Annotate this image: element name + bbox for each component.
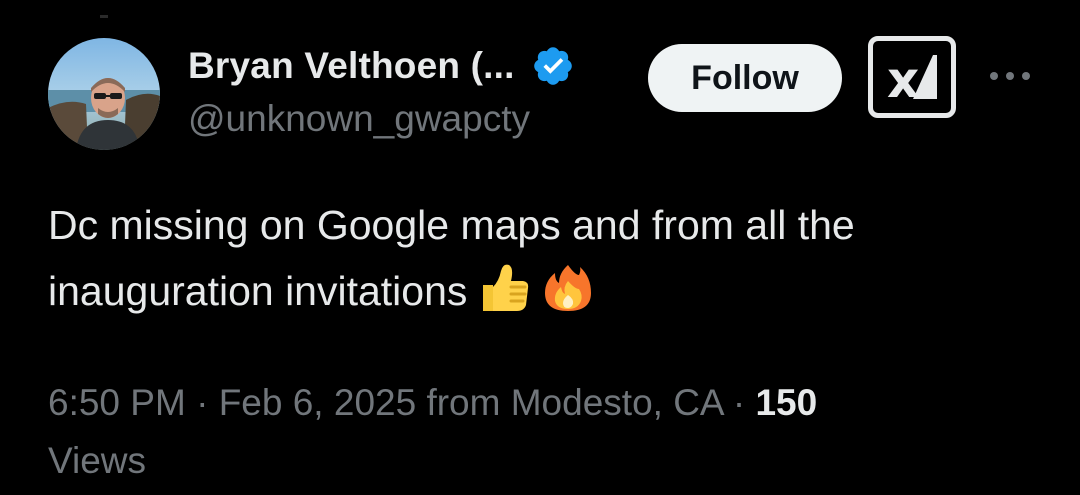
- tweet-time[interactable]: 6:50 PM: [48, 382, 186, 423]
- separator: ·: [722, 382, 756, 423]
- thumbs-up-emoji-icon: [477, 261, 531, 334]
- more-options-icon[interactable]: [990, 64, 1030, 88]
- more-dot: [990, 72, 998, 80]
- tweet-text-line-1: Dc missing on Google maps and from all t…: [48, 202, 855, 248]
- tweet-header: Bryan Velthoen (... @unknown_gwapcty Fol…: [48, 36, 1048, 156]
- author-handle[interactable]: @unknown_gwapcty: [188, 98, 530, 140]
- author-display-name[interactable]: Bryan Velthoen (...: [188, 45, 515, 87]
- svg-text:x: x: [887, 51, 919, 103]
- separator: ·: [185, 382, 219, 423]
- fire-emoji-icon: [541, 261, 595, 334]
- verified-badge-icon: [531, 44, 575, 88]
- views-count: 150: [755, 382, 818, 423]
- more-dot: [1006, 72, 1014, 80]
- tweet-text: Dc missing on Google maps and from all t…: [48, 192, 1038, 334]
- avatar[interactable]: [48, 38, 160, 150]
- status-mark: [100, 15, 108, 18]
- tweet-text-line-2: inauguration invitations: [48, 258, 1038, 334]
- tweet-location: from Modesto, CA: [426, 382, 723, 423]
- more-dot: [1022, 72, 1030, 80]
- grok-icon[interactable]: x: [868, 36, 956, 118]
- tweet-date[interactable]: Feb 6, 2025: [219, 382, 416, 423]
- author-name-row[interactable]: Bryan Velthoen (...: [188, 44, 575, 88]
- follow-button[interactable]: Follow: [648, 44, 842, 112]
- views-label: Views: [48, 440, 147, 481]
- tweet-text-line-2-content: inauguration invitations: [48, 268, 468, 314]
- tweet-meta: 6:50 PM · Feb 6, 2025 from Modesto, CA ·…: [48, 374, 1038, 490]
